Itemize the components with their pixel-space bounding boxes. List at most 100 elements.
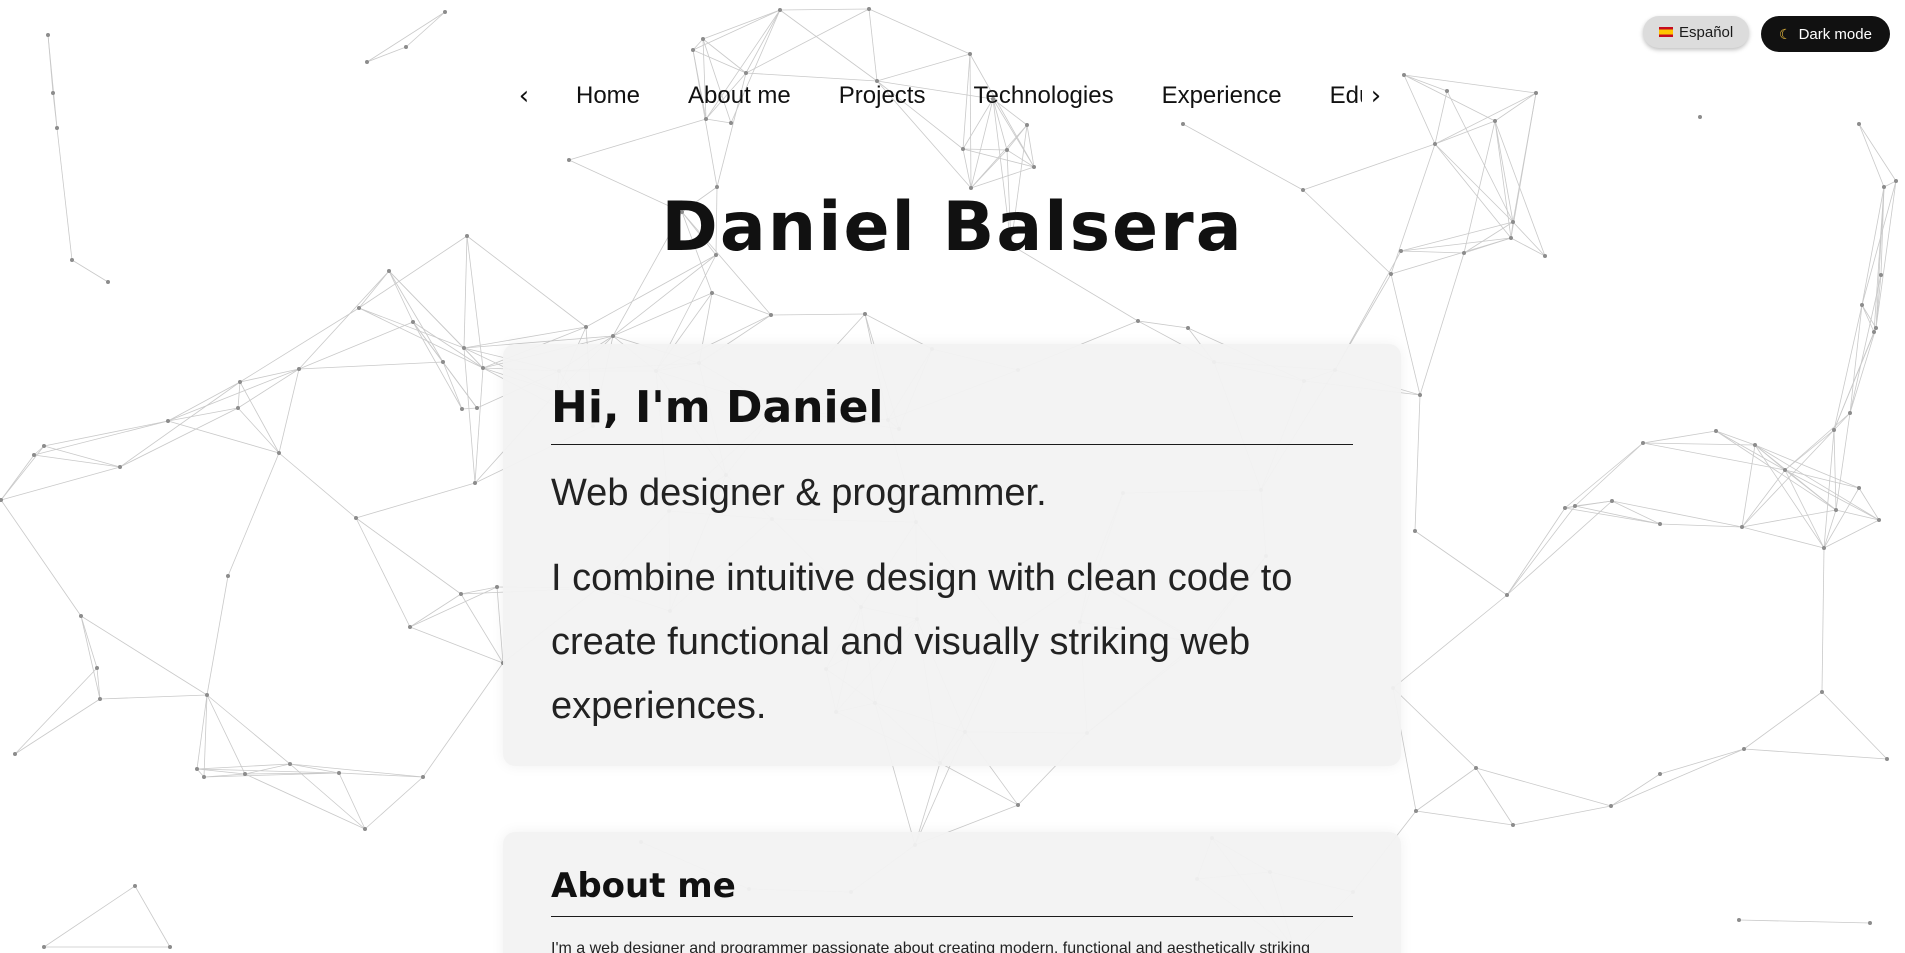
network-link xyxy=(1574,442,1644,507)
network-node xyxy=(701,37,705,41)
network-node xyxy=(55,126,59,130)
network-link xyxy=(1434,90,1448,145)
network-link xyxy=(1403,74,1496,122)
network-link xyxy=(278,452,357,519)
network-link xyxy=(14,698,101,755)
network-link xyxy=(167,420,280,454)
network-node xyxy=(1740,525,1744,529)
network-link xyxy=(80,615,101,700)
about-heading: About me xyxy=(551,866,736,906)
network-node xyxy=(408,625,412,629)
moon-icon: ☾ xyxy=(1779,25,1792,42)
network-link xyxy=(1506,500,1613,596)
network-link xyxy=(612,254,717,337)
network-link xyxy=(52,92,58,129)
network-node xyxy=(459,592,463,596)
chevron-right-icon[interactable]: › xyxy=(1362,76,1390,116)
network-link xyxy=(1743,691,1823,750)
network-link xyxy=(692,9,781,51)
network-node xyxy=(1032,165,1036,169)
network-node xyxy=(1181,122,1185,126)
network-node xyxy=(95,666,99,670)
network-link xyxy=(167,407,239,422)
network-link xyxy=(1741,444,1756,528)
network-link xyxy=(568,118,707,161)
divider xyxy=(551,444,1353,445)
nav-item-about-me[interactable]: About me xyxy=(688,82,791,110)
network-link xyxy=(962,148,972,189)
network-link xyxy=(1610,748,1745,807)
network-link xyxy=(1835,509,1880,521)
network-link xyxy=(1849,304,1863,414)
nav-item-technologies[interactable]: Technologies xyxy=(973,82,1113,110)
network-link xyxy=(705,118,732,124)
network-link xyxy=(1611,500,1743,528)
network-link xyxy=(745,9,781,74)
network-link xyxy=(745,8,870,74)
network-link xyxy=(1659,748,1745,775)
network-node xyxy=(1136,319,1140,323)
network-link xyxy=(388,270,444,363)
network-node xyxy=(1857,486,1861,490)
dark-mode-label: Dark mode xyxy=(1798,25,1872,43)
network-node xyxy=(297,367,301,371)
network-link xyxy=(80,615,208,696)
network-node xyxy=(1493,119,1497,123)
network-link xyxy=(409,593,462,628)
network-node xyxy=(1573,504,1577,508)
network-node xyxy=(79,614,83,618)
network-node xyxy=(337,771,341,775)
network-node xyxy=(961,147,965,151)
network-node xyxy=(205,693,209,697)
network-link xyxy=(134,885,171,948)
network-node xyxy=(691,48,695,52)
network-link xyxy=(1506,507,1566,596)
network-node xyxy=(1474,766,1478,770)
network-link xyxy=(1564,442,1644,509)
network-node xyxy=(611,334,615,338)
network-link xyxy=(0,499,82,617)
network-node xyxy=(1534,91,1538,95)
network-node xyxy=(1414,809,1418,813)
network-link xyxy=(1743,748,1888,760)
network-node xyxy=(1025,123,1029,127)
network-link xyxy=(1858,123,1885,188)
network-link xyxy=(1858,487,1880,521)
network-link xyxy=(1858,123,1897,182)
divider xyxy=(551,916,1353,917)
network-node xyxy=(365,60,369,64)
language-toggle-button[interactable]: Español xyxy=(1643,16,1750,48)
network-node xyxy=(441,360,445,364)
about-card: About me I'm a web designer and programm… xyxy=(503,832,1401,953)
network-node xyxy=(1822,546,1826,550)
nav-item-projects[interactable]: Projects xyxy=(839,82,926,110)
network-node xyxy=(1832,428,1836,432)
network-node xyxy=(1418,393,1422,397)
about-text: I'm a web designer and programmer passio… xyxy=(551,940,1311,953)
hero-card: Hi, I'm Daniel Web designer & programmer… xyxy=(503,344,1401,766)
network-link xyxy=(43,885,136,948)
network-link xyxy=(244,773,366,830)
network-node xyxy=(567,158,571,162)
network-node xyxy=(968,52,972,56)
nav-item-experience[interactable]: Experience xyxy=(1162,82,1282,110)
network-link xyxy=(422,662,504,778)
nav-item-home[interactable]: Home xyxy=(576,82,640,110)
dark-mode-button[interactable]: ☾ Dark mode xyxy=(1761,16,1890,52)
network-node xyxy=(443,10,447,14)
network-link xyxy=(289,763,424,778)
network-link xyxy=(355,482,476,519)
network-link xyxy=(298,321,414,370)
chevron-left-icon[interactable]: ‹ xyxy=(510,76,538,116)
network-node xyxy=(98,697,102,701)
network-node xyxy=(32,453,36,457)
network-link xyxy=(358,307,465,349)
network-link xyxy=(338,772,366,830)
network-link xyxy=(206,575,229,696)
network-link xyxy=(1849,274,1882,414)
nav-item-education[interactable]: Edu xyxy=(1330,82,1362,110)
network-link xyxy=(47,34,54,94)
network-node xyxy=(863,312,867,316)
network-link xyxy=(1738,919,1871,924)
network-link xyxy=(702,9,781,40)
